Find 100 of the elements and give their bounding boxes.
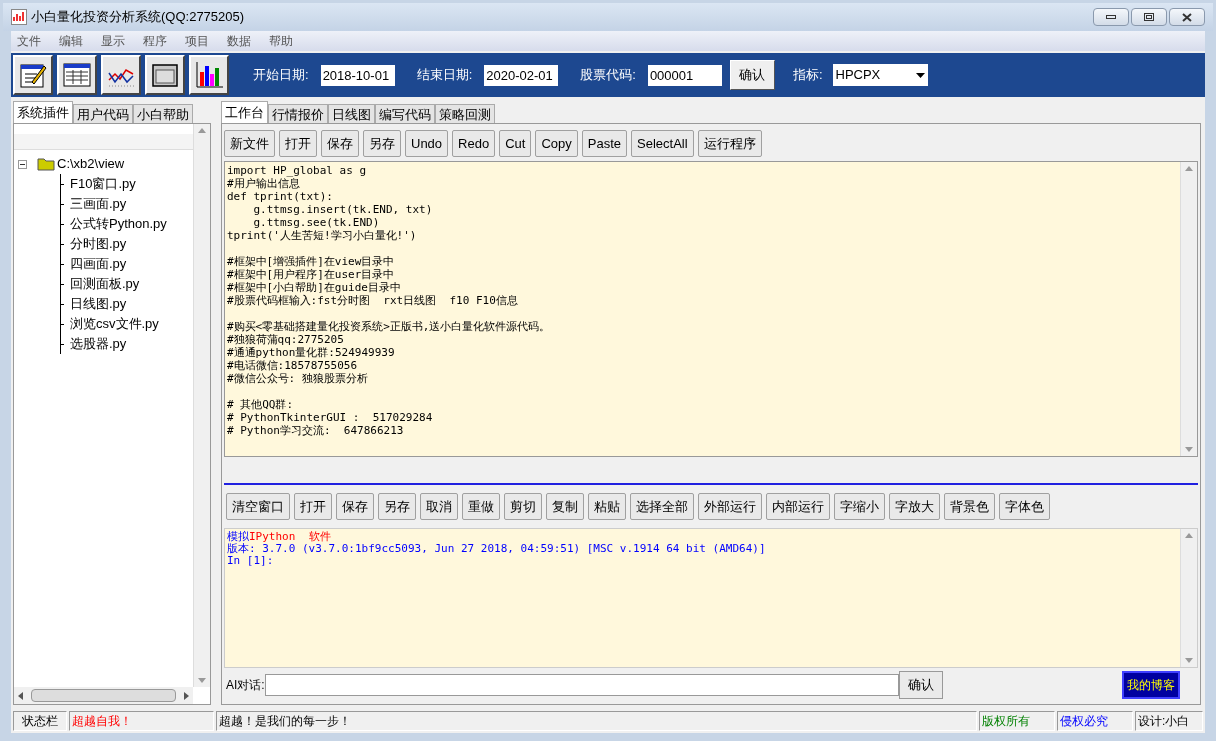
tab[interactable]: 编写代码	[375, 104, 435, 123]
confirm-button[interactable]: 确认	[898, 671, 943, 699]
console-output[interactable]: 模拟IPython 软件 版本: 3.7.0 (v3.7.0:1bf9cc5093, Jun 27 2018, 04:59:51) [MSC v.1914 64 bit (AMD64)] In [1]:	[224, 528, 1198, 668]
scroll-down-icon[interactable]	[1185, 447, 1193, 452]
tree-item[interactable]: 三画面.py	[70, 194, 127, 214]
scroll-left-icon[interactable]	[18, 691, 23, 700]
toolbar-button[interactable]: 粘贴	[588, 493, 626, 520]
tree-item[interactable]: F10窗口.py	[70, 174, 136, 194]
menu-item[interactable]: 程序	[143, 32, 167, 50]
folder-icon	[37, 157, 55, 171]
toolbar-button[interactable]: 背景色	[944, 493, 995, 520]
tree-item[interactable]: 四画面.py	[70, 254, 127, 274]
menu-item[interactable]: 项目	[185, 32, 209, 50]
code-line: #电话微信:18578755056	[227, 359, 359, 372]
toolbar-button[interactable]: 运行程序	[697, 130, 762, 157]
toolbar-button[interactable]: 外部运行	[698, 493, 762, 520]
tree-item[interactable]: 选股器.py	[70, 334, 127, 354]
tab[interactable]: 策略回测	[435, 104, 495, 123]
bar-chart-icon[interactable]	[194, 60, 224, 90]
toolbar-button[interactable]: 打开	[294, 493, 332, 520]
tree-item[interactable]: 回测面板.py	[70, 274, 140, 294]
tab[interactable]: 小白帮助	[133, 104, 193, 123]
tree-item[interactable]: 公式转Python.py	[70, 214, 167, 234]
menu-item[interactable]: 文件	[17, 32, 41, 50]
tab[interactable]: 日线图	[328, 104, 375, 123]
code-line: # Python学习交流: 647866213	[227, 424, 405, 437]
toolbar-button[interactable]: Redo	[452, 130, 496, 157]
text-field[interactable]: 000001	[647, 64, 722, 86]
menu-item[interactable]: 显示	[101, 32, 125, 50]
menu-item[interactable]: 帮助	[269, 32, 293, 50]
code-line: #购买<零基础搭建量化投资系统>正版书,送小白量化软件源代码。	[227, 320, 552, 333]
confirm-button[interactable]: 确认	[729, 60, 775, 90]
tab[interactable]: 系统插件	[13, 101, 73, 123]
scroll-down-icon[interactable]	[1185, 658, 1193, 663]
vertical-scrollbar[interactable]	[1180, 162, 1197, 456]
toolbar-button[interactable]: 取消	[420, 493, 458, 520]
scroll-right-icon[interactable]	[184, 691, 189, 700]
table-icon[interactable]	[62, 60, 92, 90]
code-line: # 其他QQ群:	[227, 398, 295, 411]
horizontal-scrollbar[interactable]	[14, 687, 193, 704]
field-label: 股票代码:	[580, 66, 636, 85]
scroll-up-icon[interactable]	[198, 128, 206, 133]
toolbar-button[interactable]: 新文件	[224, 130, 275, 157]
close-button[interactable]	[1169, 8, 1205, 26]
tab[interactable]: 工作台	[221, 101, 268, 123]
toolbar-button[interactable]: 字放大	[889, 493, 940, 520]
status-text: 超越自我！	[69, 711, 214, 731]
tree-item[interactable]: 分时图.py	[70, 234, 127, 254]
menu-item[interactable]: 编辑	[59, 32, 83, 50]
minus-icon	[20, 161, 25, 167]
toolbar-button[interactable]: 重做	[462, 493, 500, 520]
toolbar-button[interactable]: 清空窗口	[226, 493, 290, 520]
menu-item[interactable]: 数据	[227, 32, 251, 50]
tree-item[interactable]: 浏览csv文件.py	[70, 314, 159, 334]
text-field[interactable]: 2018-10-01	[320, 64, 395, 86]
app-icon	[11, 9, 27, 25]
tree-item[interactable]: 日线图.py	[70, 294, 127, 314]
toolbar-button[interactable]: Paste	[581, 130, 627, 157]
toolbar-button[interactable]: Undo	[405, 130, 449, 157]
vertical-scrollbar[interactable]	[1180, 529, 1197, 667]
text-field[interactable]: 2020-02-01	[484, 64, 559, 86]
toolbar-button[interactable]: 另存	[363, 130, 401, 157]
scroll-up-icon[interactable]	[1185, 166, 1193, 171]
toolbar-button[interactable]: 剪切	[504, 493, 542, 520]
code-line: import HP_global as g	[227, 164, 368, 177]
collapse-toggle[interactable]	[18, 159, 27, 169]
code-line: #独狼荷蒲qq:2775205	[227, 333, 345, 346]
code-line: g.ttmsg.insert(tk.END, txt)	[252, 203, 434, 216]
scroll-up-icon[interactable]	[1185, 533, 1193, 538]
toolbar-button[interactable]: Copy	[535, 130, 578, 157]
toolbar-button[interactable]: SelectAll	[631, 130, 694, 157]
status-text: 版权所有	[979, 711, 1055, 731]
minimize-button[interactable]	[1093, 8, 1129, 26]
indicator-dropdown[interactable]: HPCPX	[832, 64, 928, 86]
tree-item[interactable]: C:\xb2\view	[57, 154, 125, 174]
toolbar-button[interactable]: 打开	[279, 130, 317, 157]
chat-input[interactable]	[264, 674, 899, 696]
toolbar-button[interactable]: 保存	[321, 130, 359, 157]
scroll-down-icon[interactable]	[198, 678, 206, 683]
field-label: 结束日期:	[416, 66, 473, 85]
toolbar-button[interactable]: 选择全部	[630, 493, 694, 520]
field-label: 指标:	[792, 66, 823, 85]
code-line: g.ttmsg.see(tk.END)	[252, 216, 381, 229]
toolbar-button[interactable]: Cut	[499, 130, 532, 157]
tab[interactable]: 用户代码	[73, 104, 133, 123]
blog-button[interactable]: 我的博客	[1122, 671, 1180, 699]
vertical-scrollbar[interactable]	[193, 124, 210, 687]
code-line: #用户输出信息	[227, 177, 300, 190]
toolbar-button[interactable]: 保存	[336, 493, 374, 520]
toolbar-button[interactable]: 另存	[378, 493, 416, 520]
toolbar-button[interactable]: 字体色	[999, 493, 1050, 520]
toolbar-button[interactable]: 复制	[546, 493, 584, 520]
tab[interactable]: 行情报价	[268, 104, 328, 123]
toolbar-button[interactable]: 字缩小	[834, 493, 885, 520]
maximize-button[interactable]	[1131, 8, 1167, 26]
code-editor[interactable]	[224, 161, 1198, 457]
code-line: #框架中[小白帮助]在guide目录中	[227, 281, 402, 294]
code-line: tprint('人生苦短!学习小白量化!')	[227, 229, 418, 242]
window-title: 小白量化投资分析系统(QQ:2775205)	[31, 8, 245, 27]
toolbar-button[interactable]: 内部运行	[766, 493, 830, 520]
